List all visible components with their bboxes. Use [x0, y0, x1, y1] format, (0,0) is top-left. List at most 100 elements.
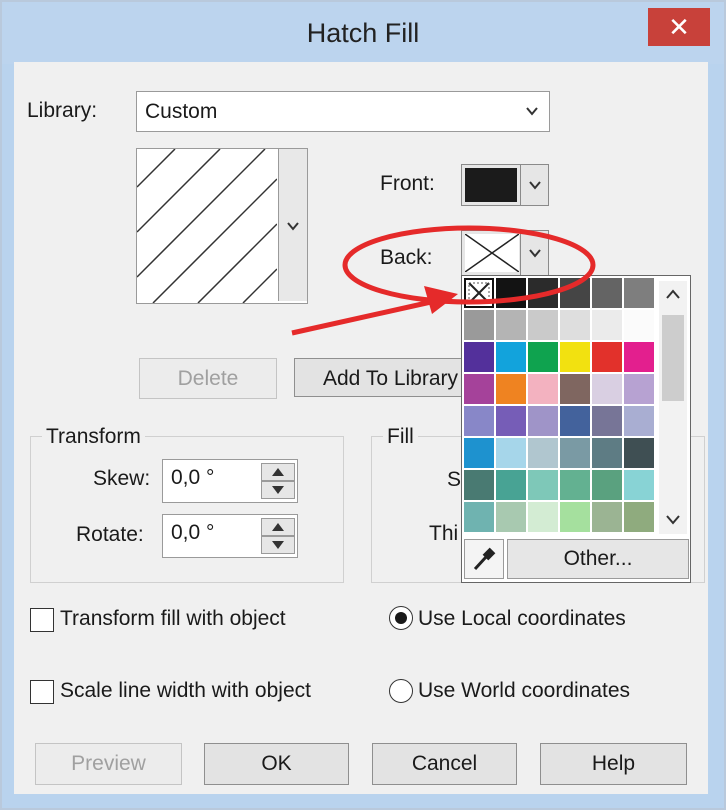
palette-swatch[interactable] — [624, 406, 654, 436]
transform-group-label: Transform — [42, 425, 145, 449]
color-palette-popup: Other... — [461, 275, 691, 583]
delete-button[interactable]: Delete — [139, 358, 277, 399]
palette-swatch[interactable] — [592, 278, 622, 308]
palette-swatch[interactable] — [464, 342, 494, 372]
palette-swatch[interactable] — [528, 278, 558, 308]
palette-swatch[interactable] — [496, 310, 526, 340]
palette-swatch[interactable] — [592, 310, 622, 340]
palette-swatch[interactable] — [560, 406, 590, 436]
palette-swatch[interactable] — [592, 406, 622, 436]
skew-value: 0,0 ° — [171, 466, 215, 489]
scale-line-width-label: Scale line width with object — [60, 679, 311, 702]
palette-swatch[interactable] — [560, 502, 590, 532]
palette-swatch[interactable] — [624, 438, 654, 468]
skew-label: Skew: — [93, 467, 151, 490]
chevron-down-icon — [287, 222, 299, 231]
back-color-picker[interactable] — [461, 230, 549, 276]
palette-swatch[interactable] — [528, 470, 558, 500]
skew-up-button[interactable] — [261, 463, 295, 481]
add-to-library-button[interactable]: Add To Library — [294, 358, 464, 397]
scale-line-width-checkbox[interactable] — [30, 680, 54, 704]
palette-swatch[interactable] — [560, 374, 590, 404]
palette-swatch-no-color[interactable] — [464, 278, 494, 308]
palette-swatch[interactable] — [464, 438, 494, 468]
front-color-picker[interactable] — [461, 164, 549, 206]
palette-swatch[interactable] — [592, 374, 622, 404]
transform-fill-checkbox[interactable] — [30, 608, 54, 632]
palette-swatch[interactable] — [624, 278, 654, 308]
palette-swatch[interactable] — [624, 502, 654, 532]
palette-swatch[interactable] — [592, 502, 622, 532]
dialog-title: Hatch Fill — [306, 18, 420, 48]
palette-swatch[interactable] — [592, 438, 622, 468]
world-coordinates-label: Use World coordinates — [418, 679, 631, 702]
palette-swatch[interactable] — [624, 470, 654, 500]
palette-swatch[interactable] — [560, 310, 590, 340]
hatch-pattern-preview — [137, 149, 277, 303]
palette-swatch[interactable] — [560, 470, 590, 500]
palette-swatch[interactable] — [624, 310, 654, 340]
palette-swatch[interactable] — [528, 406, 558, 436]
local-coordinates-radio[interactable] — [389, 606, 413, 630]
palette-swatch[interactable] — [496, 406, 526, 436]
no-color-icon — [465, 234, 519, 272]
other-color-button[interactable]: Other... — [507, 539, 689, 579]
palette-scrollbar[interactable] — [659, 281, 687, 534]
help-button[interactable]: Help — [540, 743, 687, 785]
library-dropdown[interactable]: Custom — [136, 91, 550, 132]
palette-swatch[interactable] — [464, 502, 494, 532]
world-coordinates-radio[interactable] — [389, 679, 413, 703]
palette-swatch[interactable] — [528, 438, 558, 468]
front-color-dropdown[interactable] — [520, 165, 549, 205]
palette-swatch[interactable] — [592, 342, 622, 372]
rotate-label: Rotate: — [76, 523, 144, 546]
palette-swatch[interactable] — [560, 278, 590, 308]
pattern-dropdown-button[interactable] — [278, 149, 307, 301]
palette-swatch[interactable] — [560, 438, 590, 468]
preview-button[interactable]: Preview — [35, 743, 182, 785]
palette-swatch[interactable] — [624, 342, 654, 372]
chevron-up-icon[interactable] — [666, 289, 680, 299]
skew-spinner[interactable]: 0,0 ° — [162, 459, 298, 503]
palette-swatch[interactable] — [528, 374, 558, 404]
palette-swatch[interactable] — [496, 502, 526, 532]
palette-swatch[interactable] — [464, 374, 494, 404]
rotate-spinner[interactable]: 0,0 ° — [162, 514, 298, 558]
palette-swatch[interactable] — [496, 470, 526, 500]
palette-swatch[interactable] — [496, 342, 526, 372]
no-color-icon — [468, 282, 490, 304]
ok-button[interactable]: OK — [204, 743, 349, 785]
chevron-down-icon — [529, 181, 541, 190]
palette-swatch[interactable] — [496, 438, 526, 468]
palette-swatch[interactable] — [528, 502, 558, 532]
skew-down-button[interactable] — [261, 481, 295, 499]
scrollbar-thumb[interactable] — [662, 315, 684, 401]
chevron-down-icon[interactable] — [666, 515, 680, 525]
palette-swatch[interactable] — [464, 310, 494, 340]
arrow-up-icon — [272, 523, 284, 531]
library-label: Library: — [27, 99, 98, 122]
palette-swatch[interactable] — [464, 406, 494, 436]
rotate-up-button[interactable] — [261, 518, 295, 536]
chevron-down-icon — [526, 107, 538, 116]
palette-swatch[interactable] — [624, 374, 654, 404]
back-color-dropdown[interactable] — [520, 231, 549, 275]
rotate-down-button[interactable] — [261, 536, 295, 554]
palette-swatch[interactable] — [464, 470, 494, 500]
fill-group-label: Fill — [383, 425, 418, 449]
close-button[interactable]: ✕ — [648, 8, 710, 46]
palette-swatch[interactable] — [496, 278, 526, 308]
palette-swatch[interactable] — [560, 342, 590, 372]
fill-row1-label: S — [447, 468, 462, 491]
cancel-button[interactable]: Cancel — [372, 743, 517, 785]
front-color-swatch — [465, 168, 517, 202]
palette-swatch[interactable] — [496, 374, 526, 404]
palette-swatch[interactable] — [528, 342, 558, 372]
palette-swatch[interactable] — [592, 470, 622, 500]
palette-swatch[interactable] — [528, 310, 558, 340]
front-label: Front: — [380, 172, 435, 195]
eyedropper-button[interactable] — [464, 539, 504, 579]
transform-fill-label: Transform fill with object — [60, 607, 286, 630]
hatch-pattern-picker[interactable] — [136, 148, 308, 304]
arrow-down-icon — [272, 486, 284, 494]
